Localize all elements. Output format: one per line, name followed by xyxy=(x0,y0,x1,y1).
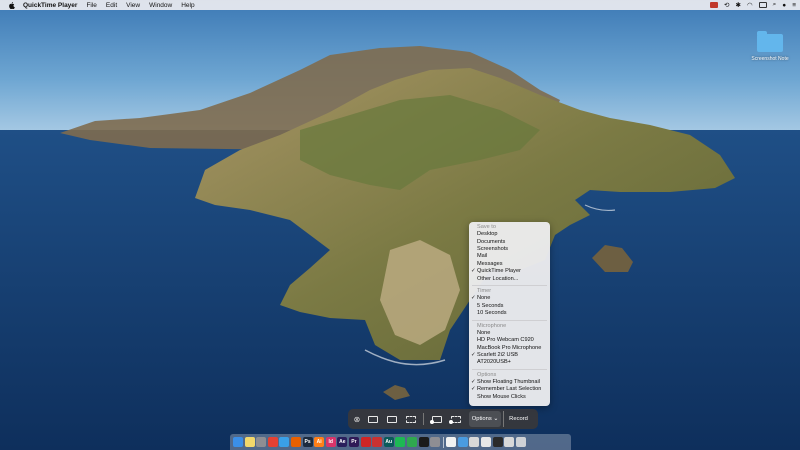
camtasia-icon[interactable] xyxy=(406,437,417,447)
record-status-icon[interactable] xyxy=(710,2,719,8)
capture-window-button[interactable] xyxy=(382,411,401,427)
menu-separator xyxy=(472,285,547,287)
mail-icon[interactable] xyxy=(457,437,468,447)
dock-separator xyxy=(442,436,444,448)
save-to-documents[interactable]: Documents xyxy=(469,239,550,246)
menu-app-name[interactable]: QuickTime Player xyxy=(23,2,77,9)
save-to-quicktime[interactable]: QuickTime Player xyxy=(469,268,550,276)
selection-icon xyxy=(405,415,416,423)
menu-separator xyxy=(472,368,547,370)
terminal-icon[interactable] xyxy=(418,437,429,447)
section-options-heading: Options xyxy=(477,371,497,378)
desktop-folder-label: Screenshot Note xyxy=(751,56,789,62)
desktop-folder[interactable]: Screenshot Note xyxy=(746,31,794,62)
avatar-icon[interactable]: ● xyxy=(782,2,786,9)
window-icon[interactable] xyxy=(492,437,503,447)
illustrator-icon[interactable]: Ai xyxy=(314,437,325,447)
search-icon[interactable]: ⌕ xyxy=(773,1,777,9)
wifi-icon[interactable]: ◠ xyxy=(747,1,753,9)
timer-10-seconds[interactable]: 10 Seconds xyxy=(469,310,550,317)
menu-separator xyxy=(472,319,547,321)
notes-icon[interactable] xyxy=(244,437,255,447)
save-to-mail[interactable]: Mail xyxy=(469,253,550,260)
save-to-other-location[interactable]: Other Location... xyxy=(469,276,550,283)
timer-5-seconds[interactable]: 5 Seconds xyxy=(469,303,550,310)
premiere-icon[interactable]: Pr xyxy=(348,437,359,447)
record-screen-icon xyxy=(429,415,442,424)
aftereffects-icon[interactable]: Ae xyxy=(337,437,348,447)
preview-icon[interactable] xyxy=(446,437,457,447)
section-microphone-heading: Microphone xyxy=(477,322,507,329)
battery-icon[interactable] xyxy=(758,2,767,8)
dock: Ps Ai Id Ae Pr Au xyxy=(230,434,571,450)
bluetooth-icon[interactable]: ✱ xyxy=(736,1,741,9)
screenshot-options-menu: Save to Desktop Documents Screenshots Ma… xyxy=(469,222,550,406)
record-selection-icon xyxy=(448,415,461,424)
menu-window[interactable]: Window xyxy=(149,2,172,9)
fontbook-icon[interactable] xyxy=(372,437,383,447)
section-timer-heading: Timer xyxy=(477,288,492,295)
capture-entire-screen-button[interactable] xyxy=(363,411,382,427)
acrobat-icon[interactable] xyxy=(360,437,371,447)
option-remember-last-selection[interactable]: Remember Last Selection xyxy=(469,386,550,394)
record-selection-button[interactable] xyxy=(446,411,465,427)
menu-bar: QuickTime Player File Edit View Window H… xyxy=(0,0,800,10)
microphone-none[interactable]: None xyxy=(469,330,550,337)
status-area: ⟲ ✱ ◠ ⌕ ● ≡ xyxy=(710,0,796,10)
window-icon[interactable] xyxy=(469,437,480,447)
control-center-icon[interactable]: ≡ xyxy=(792,2,796,9)
menu-file[interactable]: File xyxy=(86,2,96,9)
screenshot-toolbar: ⊗ Options ⌄ Record xyxy=(348,409,538,429)
microphone-hd-pro-webcam[interactable]: HD Pro Webcam C920 xyxy=(469,337,550,344)
menu-edit[interactable]: Edit xyxy=(106,2,117,9)
chrome-icon[interactable] xyxy=(267,437,278,447)
menu-view[interactable]: View xyxy=(126,2,140,9)
window-icon xyxy=(386,415,397,423)
microphone-at2020[interactable]: AT2020USB+ xyxy=(469,359,550,366)
save-to-messages[interactable]: Messages xyxy=(469,261,550,268)
record-button[interactable]: Record xyxy=(503,411,533,427)
spotify-icon[interactable] xyxy=(395,437,406,447)
capture-selection-button[interactable] xyxy=(401,411,420,427)
close-toolbar-button[interactable]: ⊗ xyxy=(351,411,363,427)
options-button[interactable]: Options ⌄ xyxy=(469,411,501,427)
launchpad-icon[interactable] xyxy=(256,437,267,447)
firefox-icon[interactable] xyxy=(290,437,301,447)
safari-icon[interactable] xyxy=(279,437,290,447)
finder-icon[interactable] xyxy=(233,437,243,447)
apple-menu-icon[interactable] xyxy=(9,1,17,9)
section-save-to-heading: Save to xyxy=(477,224,496,230)
indesign-icon[interactable]: Id xyxy=(325,437,336,447)
photoshop-icon[interactable]: Ps xyxy=(302,437,313,447)
microphone-macbook-pro[interactable]: MacBook Pro Microphone xyxy=(469,345,550,352)
audition-icon[interactable]: Au xyxy=(383,437,394,447)
folder-icon xyxy=(757,31,783,52)
preferences-icon[interactable] xyxy=(430,437,441,447)
record-entire-screen-button[interactable] xyxy=(427,411,446,427)
microphone-scarlett[interactable]: Scarlett 2i2 USB xyxy=(469,352,550,360)
option-show-floating-thumbnail[interactable]: Show Floating Thumbnail xyxy=(469,379,550,387)
save-to-desktop[interactable]: Desktop xyxy=(469,231,550,238)
timer-none[interactable]: None xyxy=(469,295,550,303)
trash-icon[interactable] xyxy=(515,437,526,447)
menu-help[interactable]: Help xyxy=(181,2,194,9)
toolbar-divider xyxy=(423,413,424,425)
window-icon[interactable] xyxy=(504,437,515,447)
window-icon[interactable] xyxy=(481,437,492,447)
time-machine-icon[interactable]: ⟲ xyxy=(724,1,729,9)
desktop-wallpaper xyxy=(0,0,800,450)
close-icon: ⊗ xyxy=(353,414,361,424)
save-to-screenshots[interactable]: Screenshots xyxy=(469,246,550,253)
screen-icon xyxy=(367,415,378,423)
option-show-mouse-clicks[interactable]: Show Mouse Clicks xyxy=(469,394,550,401)
